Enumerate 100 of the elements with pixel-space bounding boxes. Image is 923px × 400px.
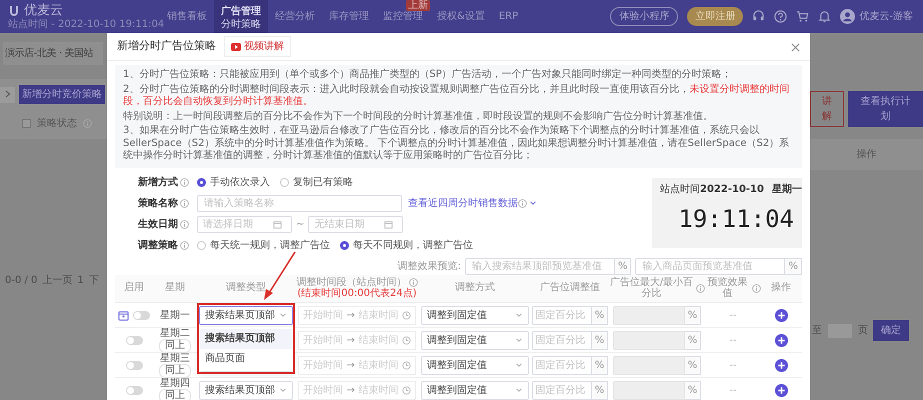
field-label: 调整策略 bbox=[138, 238, 178, 252]
same-as-above-button[interactable]: 同上 bbox=[159, 338, 191, 352]
chevron-down-icon bbox=[515, 311, 523, 319]
add-button[interactable] bbox=[774, 334, 788, 346]
headset-icon[interactable] bbox=[752, 10, 766, 23]
view-plan-button[interactable]: 查看执行计划 bbox=[848, 91, 923, 127]
prev-page-link[interactable]: 上一页 bbox=[42, 273, 72, 288]
unit-label: % bbox=[592, 356, 608, 374]
cart-icon[interactable] bbox=[796, 10, 810, 23]
video-button[interactable]: 讲解 bbox=[810, 91, 844, 127]
percent-input[interactable]: 固定百分比 bbox=[532, 356, 592, 374]
column-header: 操作 bbox=[771, 282, 791, 294]
toggle-switch[interactable] bbox=[133, 310, 150, 320]
method-select[interactable]: 调整到固定值 bbox=[421, 330, 529, 350]
type-select[interactable]: 搜索结果页顶部 bbox=[199, 380, 293, 400]
radio-label[interactable]: 每天不同规则，调整广告位 bbox=[353, 238, 473, 252]
same-as-above-button[interactable]: 同上 bbox=[159, 388, 191, 400]
preview-value: -- bbox=[729, 384, 737, 398]
plus-icon bbox=[774, 384, 788, 396]
add-button[interactable] bbox=[774, 308, 788, 322]
percent-input[interactable]: 固定百分比 bbox=[532, 380, 592, 400]
chevron-down-icon bbox=[279, 386, 287, 394]
unit-label: % bbox=[614, 258, 632, 274]
clock-icon bbox=[402, 336, 411, 344]
calendar-icon[interactable] bbox=[118, 310, 129, 320]
percent-input[interactable]: 固定百分比 bbox=[532, 330, 592, 350]
nav-label: 授权&设置 bbox=[437, 10, 485, 24]
nav-label: ERP bbox=[498, 10, 518, 24]
date-field[interactable]: 无结束日期 bbox=[308, 216, 404, 232]
radio-label[interactable]: 复制已有策略 bbox=[293, 174, 353, 190]
next-page-link[interactable]: 下 bbox=[88, 273, 99, 288]
toggle-switch[interactable] bbox=[126, 386, 142, 394]
range-separator: ~ bbox=[296, 218, 304, 232]
column-header: 策略状态 bbox=[37, 116, 77, 131]
add-button[interactable] bbox=[774, 384, 788, 396]
notice-text: 3、如果在分时广告位策略生效时，在亚马逊后台修改了广告位百分比，修改后的百分比不会作为策略下个调整点的分时计算基准值，系统只会以SellerSpace（S2）系统中的分时计算基准值作为策略。 下个调整点的分时计算基准值，因此如果想调整分时计算基准值，请在SellerSpace（S2）系统中操作分时计算基准值的调整，分时计算基准值的值默认等于应用策略时的广告位百分比； bbox=[123, 125, 790, 162]
chevron-down-icon bbox=[515, 386, 523, 394]
add-button[interactable] bbox=[774, 358, 788, 372]
clock-icon bbox=[402, 310, 411, 320]
nav-item[interactable]: 库存管理 bbox=[322, 0, 376, 33]
confirm-button[interactable]: 确定 bbox=[873, 320, 909, 341]
chevron-down-icon bbox=[515, 361, 523, 369]
add-strategy-button[interactable]: 新增分时竞价策略 bbox=[19, 85, 105, 104]
nav-subtitle: 分时策略 bbox=[221, 18, 261, 30]
method-select[interactable]: 调整到固定值 bbox=[421, 380, 529, 400]
page-range-text: 0-0 / 0 bbox=[5, 274, 38, 288]
column-header: 星期 bbox=[165, 282, 185, 294]
plus-icon bbox=[774, 308, 788, 322]
nav-item[interactable]: ERP bbox=[492, 0, 526, 33]
nav-item[interactable]: 经营分析 bbox=[268, 0, 322, 33]
nav-label: 经营分析 bbox=[275, 10, 315, 24]
weekday-text: 星期四 bbox=[160, 378, 190, 388]
type-select[interactable]: 搜索结果页顶部 bbox=[199, 306, 293, 324]
select-all-checkbox[interactable] bbox=[22, 119, 31, 128]
method-select[interactable]: 调整到固定值 bbox=[421, 306, 529, 324]
avatar-icon[interactable] bbox=[840, 9, 856, 24]
sales-data-link[interactable]: 查看近四周分时销售数据 bbox=[408, 196, 518, 210]
info-icon bbox=[180, 178, 189, 186]
nav-label: 广告管理 bbox=[221, 4, 261, 18]
chevron-right-icon bbox=[4, 90, 10, 98]
date-field[interactable]: 请选择日期 bbox=[197, 216, 292, 232]
video-button[interactable]: 视频讲解 bbox=[224, 36, 291, 57]
method-select[interactable]: 调整到固定值 bbox=[421, 356, 529, 374]
radio-label[interactable]: 每天统一规则，调整广告位 bbox=[210, 238, 330, 252]
clock-weekday: 星期一 bbox=[772, 182, 802, 196]
column-header: 调整方式 bbox=[455, 282, 495, 294]
toggle-switch[interactable] bbox=[126, 336, 142, 344]
radio-button[interactable] bbox=[340, 240, 349, 250]
plus-icon bbox=[774, 358, 788, 372]
dropdown-option[interactable]: 搜索结果页顶部 bbox=[199, 328, 293, 348]
expand-button[interactable] bbox=[0, 86, 15, 102]
field-label: 生效日期 bbox=[138, 218, 178, 232]
radio-label[interactable]: 手动依次录入 bbox=[210, 174, 270, 190]
info-icon bbox=[180, 220, 189, 228]
help-icon[interactable] bbox=[774, 10, 788, 23]
logo-icon bbox=[8, 4, 20, 18]
notice-text: 2、分时广告位策略的分时调整时间段表示：进入此时段就会自动按设置规则调整广告位百分比，并且此时段一直使用该百分比，未设置分时调整的时间段，百分比会自动恢复到分时计算基准值。 bbox=[123, 84, 790, 108]
toggle-switch[interactable] bbox=[126, 360, 142, 370]
nav-item[interactable]: 授权&设置 bbox=[430, 0, 492, 33]
preview-input[interactable]: 输入商品页面预览基准值 bbox=[635, 258, 786, 274]
register-button[interactable]: 立即注册 bbox=[687, 7, 744, 26]
notice-text: 1、分时广告位策略：只能被应用到（单个或多个）商品推广类型的（SP）广告活动，一个广告对象只能同时绑定一种同类型的分时策略； bbox=[123, 69, 733, 82]
percent-input[interactable]: 固定百分比 bbox=[532, 306, 592, 324]
radio-button[interactable] bbox=[197, 178, 206, 186]
store-selector[interactable]: 演示店-北美 · 美国站 bbox=[3, 42, 103, 65]
field-label: 策略名称 bbox=[138, 196, 178, 210]
chevron-down-icon bbox=[279, 311, 287, 319]
bell-icon[interactable] bbox=[818, 10, 832, 23]
preview-value: -- bbox=[729, 308, 737, 322]
plus-icon bbox=[774, 334, 788, 346]
same-as-above-button[interactable]: 同上 bbox=[159, 364, 191, 378]
dropdown-option[interactable]: 商品页面 bbox=[199, 348, 293, 368]
name-input[interactable]: 请输入策略名称 bbox=[197, 194, 402, 212]
page-number[interactable]: 1 bbox=[77, 273, 84, 288]
column-header: 操作 bbox=[810, 139, 923, 170]
preview-input[interactable]: 输入搜索结果顶部预览基准值 bbox=[464, 258, 615, 274]
close-icon bbox=[791, 42, 800, 52]
mini-program-button[interactable]: 体验小程序 bbox=[610, 7, 678, 26]
user-name[interactable]: 优麦云-游客 bbox=[859, 9, 913, 24]
nav-item[interactable]: 广告管理 分时策略 bbox=[214, 0, 268, 33]
